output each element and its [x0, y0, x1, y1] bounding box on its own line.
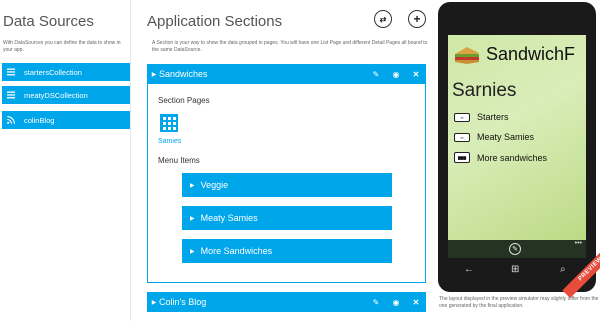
- swap-icon: ⇄: [379, 14, 387, 24]
- section-header-colins-blog[interactable]: ▶ Colin's Blog ✎ ◉ ✕: [147, 292, 426, 312]
- phone-preview-panel: SandwichF Sarnies ═ Starters ═ Meaty Sam…: [436, 0, 600, 321]
- data-source-label: startersCollection: [24, 67, 82, 77]
- menu-item[interactable]: ▶ Veggie: [182, 173, 392, 197]
- edit-icon[interactable]: ✎: [366, 298, 386, 307]
- menu-item-label: Veggie: [200, 180, 229, 190]
- phone-app-title: SandwichF: [486, 44, 576, 64]
- plus-icon: +: [413, 12, 421, 26]
- search-icon[interactable]: ⌕: [560, 264, 566, 275]
- list-icon: [2, 86, 20, 104]
- section-detail-panel: Section Pages Samies Menu Items ▶ Veggie…: [147, 84, 426, 283]
- data-source-label: meatyDSCollection: [24, 90, 88, 100]
- expand-arrow-icon: ▶: [190, 215, 195, 222]
- eye-icon[interactable]: ◉: [386, 70, 406, 79]
- menu-item[interactable]: ▶ Meaty Samies: [182, 206, 392, 230]
- phone-screen: SandwichF Sarnies ═ Starters ═ Meaty Sam…: [448, 35, 586, 258]
- menu-item-label: Meaty Samies: [200, 213, 258, 223]
- application-sections-title: Application Sections: [147, 13, 283, 30]
- windows-start-icon[interactable]: ⊞: [511, 264, 519, 275]
- expand-arrow-icon[interactable]: ▶: [149, 71, 159, 78]
- add-section-button[interactable]: +: [408, 10, 426, 28]
- list-icon: [2, 63, 20, 81]
- pin-icon[interactable]: ✎: [509, 243, 521, 255]
- page-tile-label[interactable]: Samies: [158, 138, 181, 145]
- menu-item-label: More Sandwiches: [200, 246, 273, 256]
- phone-list-item-label: More sandwiches: [477, 152, 548, 163]
- data-sources-panel: Data Sources With DataSources you can de…: [0, 0, 131, 321]
- edit-icon[interactable]: ✎: [366, 70, 386, 79]
- data-source-item[interactable]: meatyDSCollection: [2, 86, 130, 104]
- rss-icon: [2, 111, 20, 129]
- application-sections-panel: Application Sections ⇄ + A Section is yo…: [146, 0, 428, 321]
- section-header-sandwiches[interactable]: ▶ Sandwiches ✎ ◉ ✕: [147, 64, 426, 84]
- phone-page-title: Sarnies: [452, 80, 517, 101]
- sandwich-icon: ═: [454, 112, 470, 122]
- close-icon[interactable]: ✕: [406, 298, 426, 307]
- phone-list-item[interactable]: ═ Starters: [454, 112, 509, 122]
- application-sections-description: A Section is your way to show the data g…: [152, 40, 428, 53]
- expand-arrow-icon: ▶: [190, 182, 195, 189]
- app-studio-window: Data Sources With DataSources you can de…: [0, 0, 600, 321]
- bbc-food-icon: ▇▇▇: [454, 152, 470, 163]
- data-source-label: colinBlog: [24, 115, 55, 125]
- more-icon[interactable]: •••: [575, 240, 582, 247]
- preview-disclaimer: The layout displayed in the preview simu…: [439, 296, 599, 309]
- expand-arrow-icon[interactable]: ▶: [149, 299, 159, 306]
- phone-app-bar: ✎ •••: [448, 240, 586, 258]
- eye-icon[interactable]: ◉: [386, 298, 406, 307]
- data-sources-title: Data Sources: [3, 13, 94, 30]
- reorder-sections-button[interactable]: ⇄: [374, 10, 392, 28]
- phone-frame: SandwichF Sarnies ═ Starters ═ Meaty Sam…: [438, 2, 600, 299]
- phone-list-item-label: Meaty Samies: [477, 132, 535, 142]
- section-pages-label: Section Pages: [158, 96, 210, 105]
- data-sources-description: With DataSources you can define the data…: [3, 40, 121, 53]
- section-title: Colin's Blog: [159, 297, 207, 307]
- data-source-item[interactable]: colinBlog: [2, 111, 130, 129]
- expand-arrow-icon: ▶: [190, 248, 195, 255]
- section-title: Sandwiches: [159, 69, 208, 79]
- sandwich-icon: ═: [454, 132, 470, 142]
- phone-list-item[interactable]: ═ Meaty Samies: [454, 132, 534, 142]
- close-icon[interactable]: ✕: [406, 70, 426, 79]
- phone-list-item[interactable]: ▇▇▇ More sandwiches: [454, 152, 547, 163]
- menu-items-label: Menu Items: [158, 156, 200, 165]
- sandwich-image-icon: [455, 47, 479, 64]
- menu-item[interactable]: ▶ More Sandwiches: [182, 239, 392, 263]
- page-tile-icon[interactable]: [160, 114, 178, 132]
- phone-list-item-label: Starters: [477, 112, 509, 122]
- data-source-item[interactable]: startersCollection: [2, 63, 130, 81]
- back-icon[interactable]: ←: [464, 264, 474, 275]
